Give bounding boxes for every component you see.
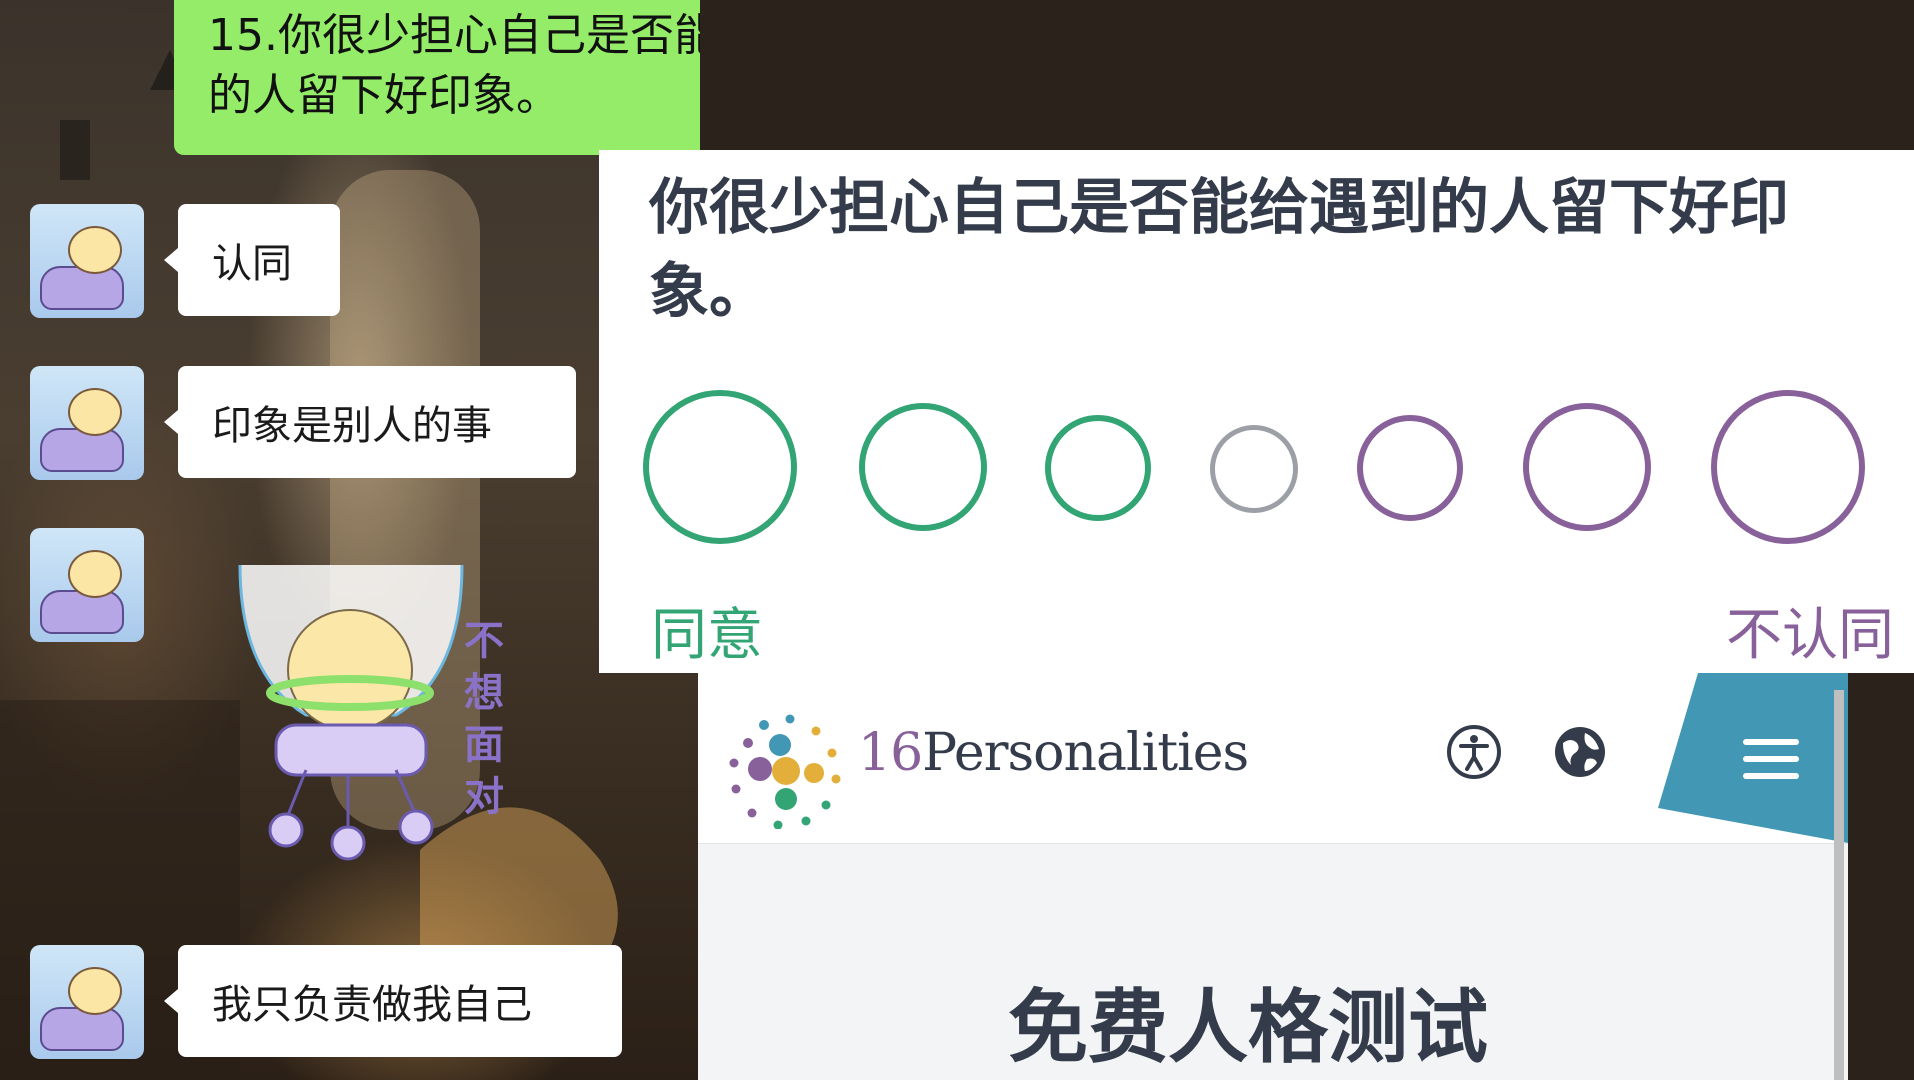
globe-icon[interactable] [1551, 723, 1609, 781]
agree-label: 同意 [651, 603, 763, 668]
website-view: 16Personalities 免费人格测试 [698, 673, 1848, 1080]
question-text: 你很少担心自己是否能给遇到的人留下好印象。 [649, 173, 1789, 327]
accessibility-icon[interactable] [1445, 723, 1503, 781]
reply-bubble-be-myself[interactable]: 我只负责做我自己 [164, 945, 622, 1057]
reply-bubble-agree[interactable]: 认同 [164, 204, 340, 316]
logo-word: Personalities [922, 723, 1249, 783]
disagree-label: 不认同 [1726, 603, 1894, 668]
answer-option-slightly-agree[interactable] [1045, 415, 1151, 521]
logo-icon[interactable] [728, 713, 844, 829]
answer-option-slightly-disagree[interactable] [1357, 415, 1463, 521]
scrollbar[interactable] [1834, 690, 1844, 1080]
sticker[interactable]: 不想面对 [236, 564, 516, 865]
hamburger-menu-icon[interactable] [1658, 673, 1848, 843]
avatar[interactable] [30, 528, 144, 642]
answer-option-strongly-disagree[interactable] [1711, 390, 1865, 544]
logo-number: 16 [858, 723, 923, 783]
site-header: 16Personalities [698, 673, 1848, 844]
answer-option-neutral[interactable] [1210, 425, 1298, 513]
avatar[interactable] [30, 366, 144, 480]
chat-window: 15.你很少担心自己是否能给遇到的人留下好印象。 认同 印象是别人的事 不想面对… [0, 0, 700, 1080]
question-message-bubble[interactable]: 15.你很少担心自己是否能给遇到的人留下好印象。 [174, 0, 700, 155]
reply-bubble-impression[interactable]: 印象是别人的事 [164, 366, 576, 478]
avatar[interactable] [30, 945, 144, 1059]
answer-option-agree[interactable] [859, 403, 987, 531]
logo-wordmark[interactable]: 16Personalities [858, 723, 1249, 783]
avatar[interactable] [30, 204, 144, 318]
page-title: 免费人格测试 [1008, 981, 1488, 1074]
quiz-question-card: 你很少担心自己是否能给遇到的人留下好印象。 同意 不认同 [599, 150, 1914, 673]
answer-option-disagree[interactable] [1523, 403, 1651, 531]
sticker-caption: 不想面对 [464, 618, 504, 820]
answer-option-strongly-agree[interactable] [643, 390, 797, 544]
